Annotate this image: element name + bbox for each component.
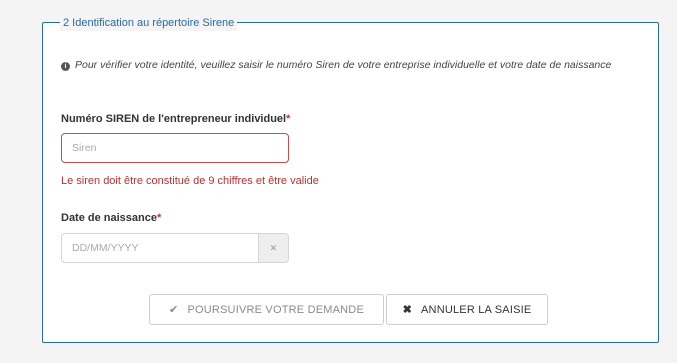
cancel-entry-label: ANNULER LA SAISIE bbox=[421, 303, 532, 316]
siren-error-message: Le siren doit être constitué de 9 chiffr… bbox=[61, 175, 319, 187]
form-card: 2 Identification au répertoire Sirene iP… bbox=[0, 0, 677, 363]
info-text: Pour vérifier votre identité, veuillez s… bbox=[75, 59, 612, 71]
birthdate-label-text: Date de naissance bbox=[61, 212, 157, 224]
birthdate-label: Date de naissance* bbox=[61, 212, 161, 224]
check-icon: ✔ bbox=[169, 304, 179, 316]
info-message: i Pour vérifier votre identité, veuillez … bbox=[61, 56, 641, 74]
close-icon: ✕ bbox=[269, 243, 278, 253]
info-circle-icon: i bbox=[61, 62, 70, 71]
cancel-entry-button[interactable]: ✖ ANNULER LA SAISIE bbox=[386, 294, 548, 325]
siren-label: Numéro SIREN de l'entrepreneur individue… bbox=[61, 113, 290, 125]
section-legend-text: 2 Identification au répertoire Sirene bbox=[63, 17, 235, 29]
siren-label-text: Numéro SIREN de l'entrepreneur individue… bbox=[61, 113, 287, 125]
page: 2 Identification au répertoire Sirene iP… bbox=[0, 0, 677, 363]
siren-required-mark: * bbox=[286, 113, 291, 125]
birthdate-input[interactable] bbox=[62, 234, 260, 262]
birthdate-required-mark: * bbox=[157, 212, 162, 224]
close-icon: ✖ bbox=[402, 304, 413, 316]
section-legend: 2 Identification au répertoire Sirene bbox=[60, 13, 238, 31]
submit-request-button[interactable]: ✔ POURSUIVRE VOTRE DEMANDE bbox=[149, 294, 384, 325]
birthdate-clear-button[interactable]: ✕ bbox=[258, 234, 288, 262]
sirene-identification-section: 2 Identification au répertoire Sirene iP… bbox=[42, 13, 659, 343]
siren-input[interactable] bbox=[61, 133, 289, 163]
birthdate-field-group: ✕ bbox=[61, 233, 289, 263]
submit-request-label: POURSUIVRE VOTRE DEMANDE bbox=[187, 303, 364, 316]
